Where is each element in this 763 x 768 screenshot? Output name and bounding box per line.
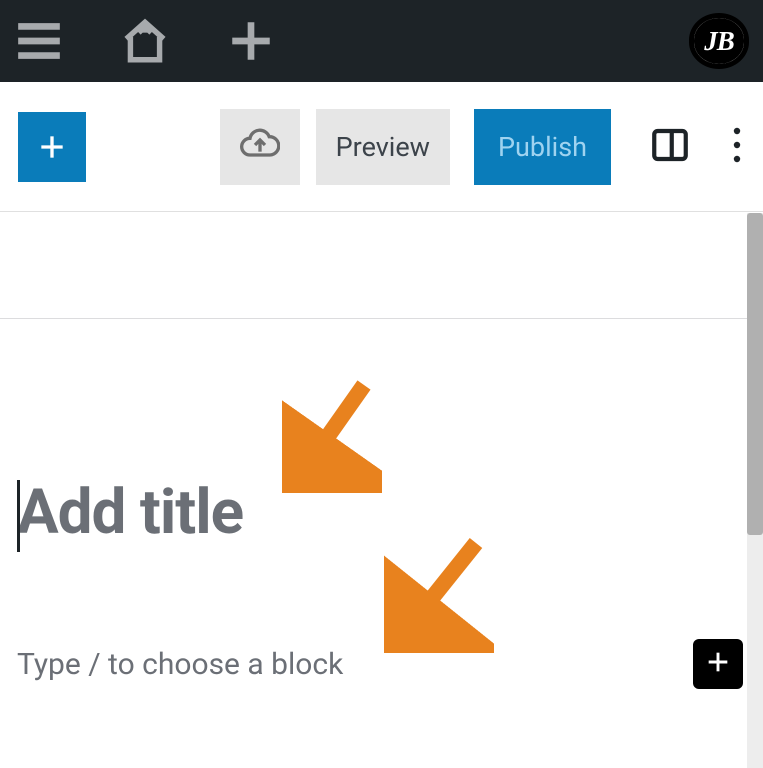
block-placeholder-row: Type / to choose a block	[17, 639, 743, 689]
title-placeholder: Add title	[17, 476, 743, 549]
annotation-arrow	[384, 533, 494, 653]
site-logo[interactable]: JB	[689, 13, 749, 69]
save-draft-button[interactable]	[220, 109, 300, 185]
more-menu-button[interactable]	[725, 119, 749, 175]
more-vertical-icon	[733, 127, 741, 167]
inline-add-block-button[interactable]	[693, 639, 743, 689]
admin-bar-left	[14, 16, 276, 66]
annotation-arrow	[282, 373, 382, 493]
block-placeholder[interactable]: Type / to choose a block	[17, 647, 343, 682]
sidebar-toggle-icon	[649, 124, 691, 170]
admin-bar: JB	[0, 0, 763, 82]
canvas-header-band	[0, 213, 763, 319]
editor-toolbar: Preview Publish	[0, 82, 763, 212]
menu-icon[interactable]	[14, 16, 64, 66]
plus-icon	[704, 648, 732, 680]
sidebar-toggle-button[interactable]	[641, 116, 699, 178]
preview-button[interactable]: Preview	[316, 109, 450, 185]
add-block-button[interactable]	[18, 112, 86, 182]
text-cursor	[17, 480, 20, 552]
scrollbar-thumb[interactable]	[747, 213, 763, 535]
post-title-input[interactable]: Add title	[17, 476, 743, 549]
editor-canvas: Add title Type / to choose a block	[0, 213, 763, 768]
publish-button[interactable]: Publish	[474, 109, 611, 185]
home-icon[interactable]	[120, 16, 170, 66]
site-logo-text: JB	[694, 18, 744, 64]
plus-icon[interactable]	[226, 16, 276, 66]
cloud-upload-icon	[240, 125, 280, 169]
